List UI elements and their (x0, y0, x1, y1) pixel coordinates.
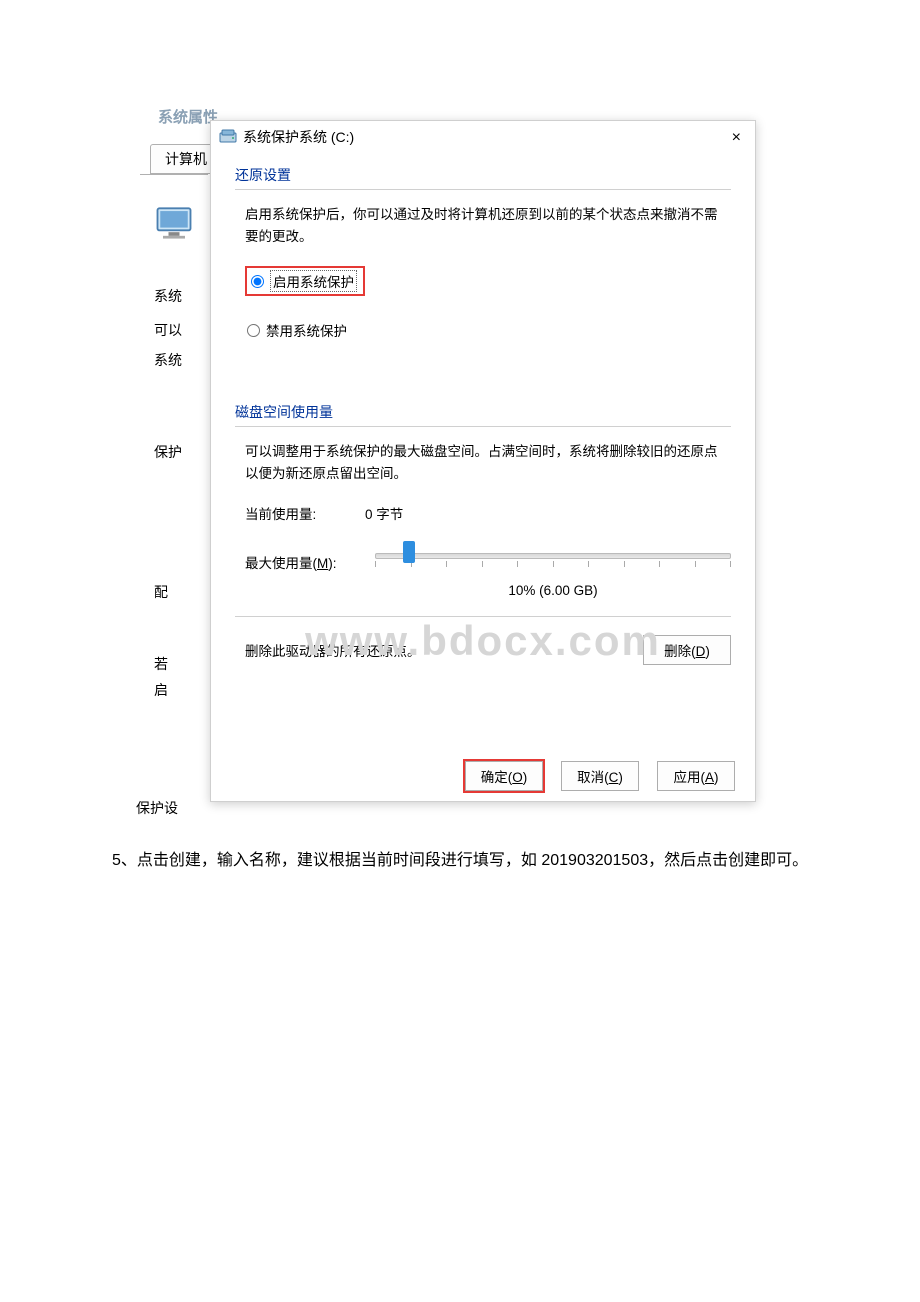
restore-description: 启用系统保护后，你可以通过及时将计算机还原到以前的某个状态点来撤消不需要的更改。 (235, 204, 731, 248)
back-label-xitong: 系统 (154, 349, 208, 371)
enable-protection-label: 启用系统保护 (270, 270, 357, 292)
disable-protection-radio[interactable]: 禁用系统保护 (235, 320, 731, 340)
back-footer-text: 保护设 (136, 798, 178, 818)
cancel-button[interactable]: 取消(C) (561, 761, 639, 791)
enable-protection-radio[interactable]: 启用系统保护 (245, 266, 365, 296)
instruction-text: 5、点击创建，输入名称，建议根据当前时间段进行填写，如 201903201503… (80, 848, 820, 874)
disable-protection-input[interactable] (247, 324, 260, 337)
disk-heading: 磁盘空间使用量 (235, 402, 731, 426)
disable-protection-label: 禁用系统保护 (266, 320, 347, 340)
back-label-ruo: 若 (154, 653, 208, 675)
delete-button[interactable]: 删除(D) (643, 635, 731, 665)
restore-heading: 还原设置 (235, 165, 731, 189)
drive-icon (219, 128, 237, 147)
max-usage-value: 10% (6.00 GB) (375, 583, 731, 598)
slider-thumb[interactable] (403, 541, 415, 563)
back-label-qi: 启 (154, 679, 208, 701)
ok-button[interactable]: 确定(O) (465, 761, 543, 791)
dialog-footer: 确定(O) 取消(C) 应用(A) (465, 761, 735, 791)
dialog-titlebar[interactable]: 系统保护系统 (C:) × (211, 121, 755, 153)
disk-description: 可以调整用于系统保护的最大磁盘空间。占满空间时，系统将删除较旧的还原点以便为新还… (235, 441, 731, 485)
back-label-pei: 配 (154, 581, 208, 603)
apply-button[interactable]: 应用(A) (657, 761, 735, 791)
max-usage-slider[interactable] (375, 547, 731, 577)
current-usage-label: 当前使用量: (245, 503, 365, 523)
max-usage-label: 最大使用量(M): (245, 552, 355, 572)
back-label-sys: 系统 (154, 285, 208, 307)
dialog-title: 系统保护系统 (C:) (243, 127, 354, 147)
current-usage-value: 0 字节 (365, 503, 403, 523)
back-label-baohu: 保护 (154, 441, 208, 463)
back-label-keyi: 可以 (154, 319, 208, 341)
close-icon[interactable]: × (732, 129, 741, 147)
system-protection-dialog: 系统保护系统 (C:) × 还原设置 启用系统保护后，你可以通过及时将计算机还原… (210, 120, 756, 802)
delete-description: 删除此驱动器的所有还原点。 (245, 640, 643, 660)
enable-protection-input[interactable] (251, 275, 264, 288)
monitor-icon (152, 201, 196, 245)
